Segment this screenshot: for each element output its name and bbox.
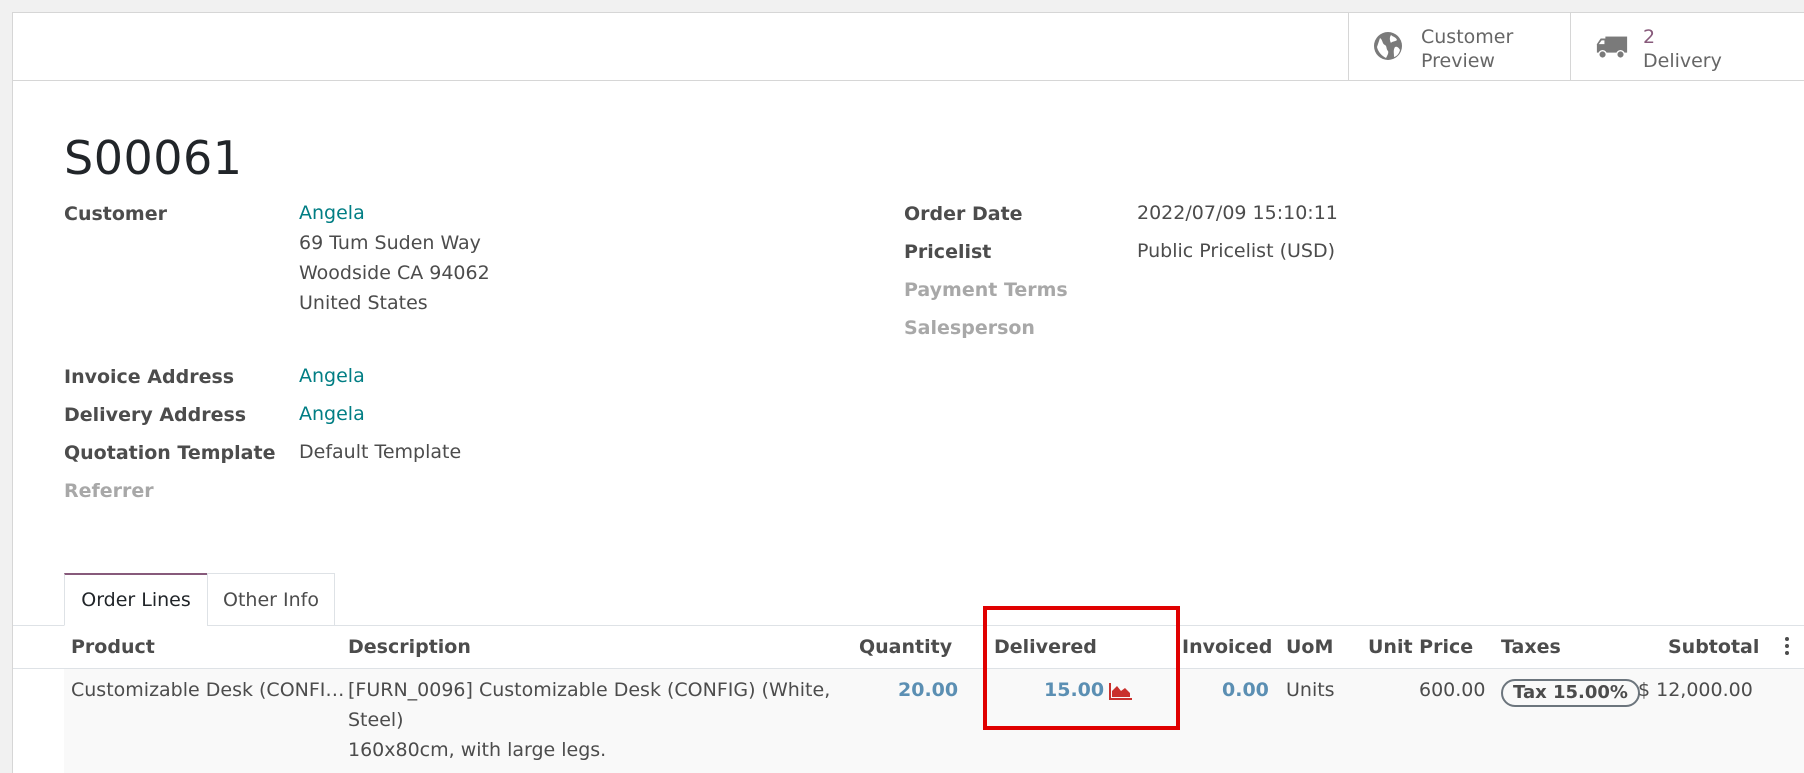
col-quantity[interactable]: Quantity xyxy=(859,636,952,658)
order-date-value[interactable]: 2022/07/09 15:10:11 xyxy=(1137,198,1338,228)
cell-description-line2[interactable]: Steel) xyxy=(348,705,404,735)
customer-address-line3: United States xyxy=(299,292,428,314)
cell-uom[interactable]: Units xyxy=(1286,675,1335,705)
cell-quantity[interactable]: 20.00 xyxy=(898,675,958,705)
pricelist-label: Pricelist xyxy=(904,241,992,263)
tax-badge[interactable]: Tax 15.00% xyxy=(1501,679,1640,707)
cell-subtotal: $ 12,000.00 xyxy=(1638,679,1753,701)
cell-unit-price[interactable]: 600.00 xyxy=(1419,675,1485,705)
cell-product[interactable]: Customizable Desk (CONFI… xyxy=(71,675,344,705)
col-unit-price[interactable]: Unit Price xyxy=(1368,636,1473,658)
customer-address-line2: Woodside CA 94062 xyxy=(299,262,490,284)
forecast-chart-icon[interactable] xyxy=(1109,682,1133,700)
order-date-label: Order Date xyxy=(904,203,1023,225)
customer-label: Customer xyxy=(64,203,167,225)
customer-address-line1: 69 Tum Suden Way xyxy=(299,232,481,254)
customer-link[interactable]: Angela xyxy=(299,198,365,228)
tab-other-info[interactable]: Other Info xyxy=(207,573,335,626)
col-uom[interactable]: UoM xyxy=(1286,636,1333,658)
tab-order-lines[interactable]: Order Lines xyxy=(64,573,208,626)
col-subtotal[interactable]: Subtotal xyxy=(1668,636,1759,658)
col-invoiced[interactable]: Invoiced xyxy=(1182,636,1272,658)
truck-icon xyxy=(1596,36,1628,59)
col-description[interactable]: Description xyxy=(348,636,471,658)
cell-description-line3[interactable]: 160x80cm, with large legs. xyxy=(348,735,606,765)
globe-icon xyxy=(1374,32,1402,60)
order-lines-header: Product Description Quantity Delivered I… xyxy=(13,626,1804,669)
form-sheet: Customer Preview 2 Delivery S00061 Custo… xyxy=(12,12,1804,773)
optional-columns-icon[interactable] xyxy=(1783,637,1791,659)
col-taxes[interactable]: Taxes xyxy=(1501,636,1561,658)
cell-description-line1[interactable]: [FURN_0096] Customizable Desk (CONFIG) (… xyxy=(348,675,830,705)
invoice-address-link[interactable]: Angela xyxy=(299,361,365,391)
delivery-address-label: Delivery Address xyxy=(64,404,247,426)
delivery-address-link[interactable]: Angela xyxy=(299,399,365,429)
salesperson-label: Salesperson xyxy=(904,317,1035,339)
pricelist-value[interactable]: Public Pricelist (USD) xyxy=(1137,236,1335,266)
quotation-template-value[interactable]: Default Template xyxy=(299,437,461,467)
button-box: Customer Preview 2 Delivery xyxy=(13,13,1804,81)
col-delivered[interactable]: Delivered xyxy=(994,636,1097,658)
customer-preview-button[interactable]: Customer Preview xyxy=(1348,13,1570,80)
customer-preview-label: Customer Preview xyxy=(1421,26,1514,72)
delivery-button[interactable]: 2 Delivery xyxy=(1570,13,1804,80)
record-title: S00061 xyxy=(64,131,243,185)
payment-terms-label: Payment Terms xyxy=(904,279,1068,301)
delivery-count: 2 xyxy=(1643,26,1656,48)
referrer-label: Referrer xyxy=(64,480,154,502)
quotation-template-label: Quotation Template xyxy=(64,442,276,464)
col-product[interactable]: Product xyxy=(71,636,155,658)
invoice-address-label: Invoice Address xyxy=(64,366,235,388)
cell-invoiced[interactable]: 0.00 xyxy=(1222,675,1269,705)
delivery-label: 2 Delivery xyxy=(1643,26,1722,72)
cell-delivered[interactable]: 15.00 xyxy=(1044,675,1104,705)
